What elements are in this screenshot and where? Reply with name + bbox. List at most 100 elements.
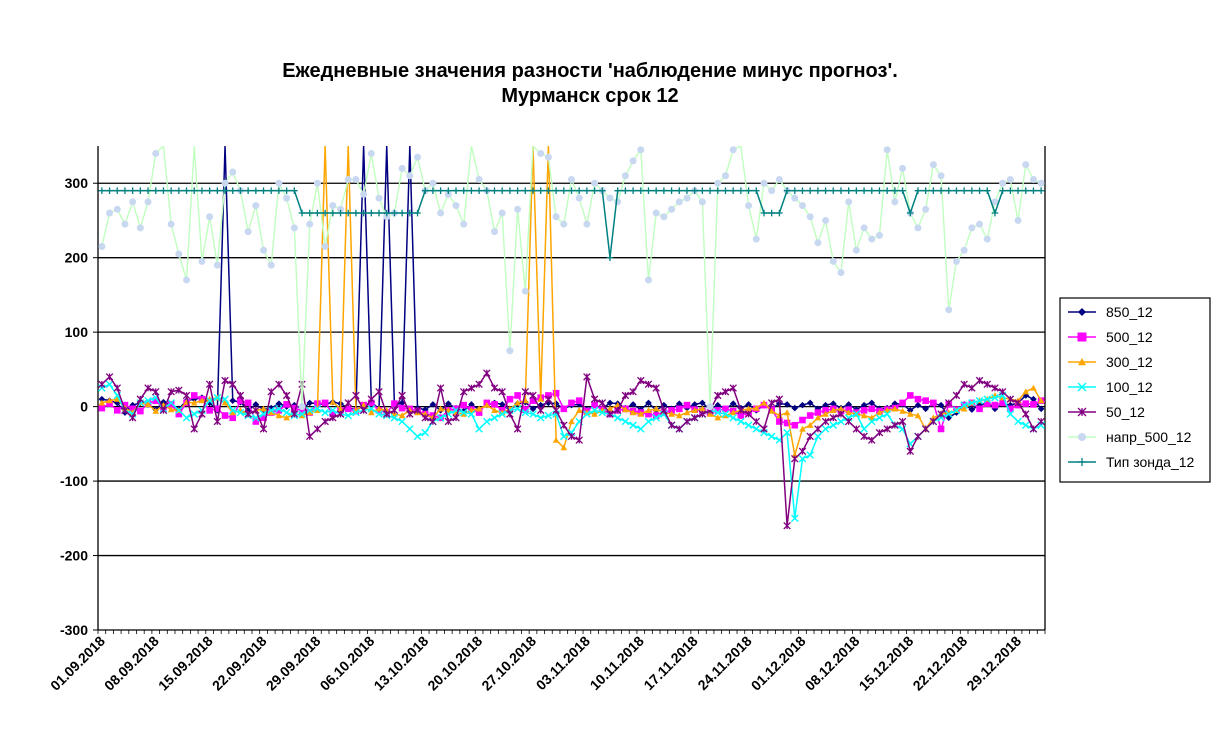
data-point	[645, 187, 652, 194]
data-point	[283, 194, 291, 202]
data-point	[229, 397, 237, 404]
data-point	[814, 432, 822, 441]
data-point	[767, 399, 776, 407]
data-point	[352, 391, 360, 400]
data-point	[622, 187, 629, 194]
data-point	[829, 414, 838, 422]
data-point	[768, 209, 775, 217]
data-point	[952, 257, 960, 265]
data-point	[791, 194, 799, 202]
data-point	[937, 187, 945, 194]
data-point	[799, 416, 806, 424]
data-point	[298, 380, 306, 389]
legend-label: 850_12	[1106, 304, 1153, 320]
data-point	[236, 391, 245, 400]
data-point	[668, 187, 675, 194]
data-point	[313, 179, 321, 187]
data-point	[259, 425, 268, 433]
data-point	[1022, 400, 1030, 407]
data-point	[975, 376, 984, 385]
y-tick-label: -100	[60, 473, 88, 489]
data-point	[113, 384, 122, 392]
data-point	[498, 209, 506, 217]
data-point	[899, 164, 907, 172]
data-point	[298, 403, 306, 411]
legend-label: 500_12	[1106, 329, 1153, 345]
data-point	[1029, 425, 1038, 433]
data-point	[514, 392, 521, 399]
data-point	[537, 187, 545, 194]
data-point	[452, 414, 460, 422]
data-point	[829, 421, 838, 430]
data-point	[252, 187, 260, 194]
data-point	[652, 209, 660, 217]
data-point	[683, 417, 691, 426]
x-tick-label: 17.11.2018	[640, 633, 700, 693]
data-point	[860, 187, 868, 194]
data-point	[175, 187, 183, 194]
chart-title-line-2: Мурманск срок 12	[501, 85, 678, 107]
data-point	[190, 425, 198, 433]
data-point	[1030, 401, 1037, 408]
data-point	[552, 436, 560, 443]
data-point	[921, 425, 930, 433]
data-point	[1021, 421, 1030, 430]
data-point	[152, 187, 160, 194]
data-point	[321, 243, 329, 251]
data-point	[98, 404, 106, 412]
x-tick-label: 06.10.2018	[317, 633, 378, 694]
data-point	[960, 246, 968, 254]
data-point	[837, 417, 845, 426]
data-point	[182, 391, 191, 400]
data-point	[491, 187, 498, 194]
data-point	[876, 187, 883, 194]
data-point	[175, 250, 183, 258]
data-point	[1014, 417, 1022, 426]
data-point	[498, 187, 506, 194]
data-point	[221, 376, 229, 385]
data-point	[875, 428, 884, 437]
data-point	[560, 220, 568, 228]
data-point	[868, 235, 876, 243]
data-point	[575, 436, 583, 444]
data-point	[621, 391, 630, 400]
data-point	[591, 179, 599, 187]
legend-label: 100_12	[1106, 379, 1153, 395]
data-point	[436, 384, 445, 392]
data-point	[952, 391, 961, 400]
data-point	[652, 187, 660, 194]
x-tick-label: 27.10.2018	[478, 633, 539, 694]
data-point	[621, 172, 629, 180]
data-point	[160, 187, 167, 194]
data-point	[791, 187, 799, 194]
data-point	[775, 395, 784, 403]
data-point	[198, 410, 206, 418]
data-point	[221, 179, 229, 187]
data-point	[636, 425, 645, 433]
data-point	[228, 380, 237, 389]
data-point	[536, 406, 545, 415]
data-point	[521, 387, 530, 396]
data-point	[1030, 187, 1037, 194]
data-point	[922, 205, 930, 213]
data-point	[1006, 176, 1014, 184]
data-point	[498, 387, 506, 396]
legend-label: 50_12	[1106, 404, 1145, 420]
data-point	[514, 205, 522, 213]
y-tick-label: 200	[65, 250, 89, 266]
data-point	[137, 187, 144, 194]
data-point	[845, 187, 852, 194]
data-point	[398, 391, 406, 400]
legend-label: напр_500_12	[1106, 429, 1192, 445]
data-point	[675, 425, 684, 433]
data-point	[614, 198, 622, 206]
data-point	[714, 187, 722, 194]
data-point	[968, 187, 976, 194]
y-tick-label: 0	[80, 399, 88, 415]
data-point	[930, 187, 937, 194]
x-tick-label: 01.09.2018	[47, 633, 108, 694]
data-point	[868, 405, 876, 413]
y-tick-label: -300	[60, 622, 88, 638]
data-point	[151, 387, 160, 396]
data-point	[1053, 397, 1060, 404]
